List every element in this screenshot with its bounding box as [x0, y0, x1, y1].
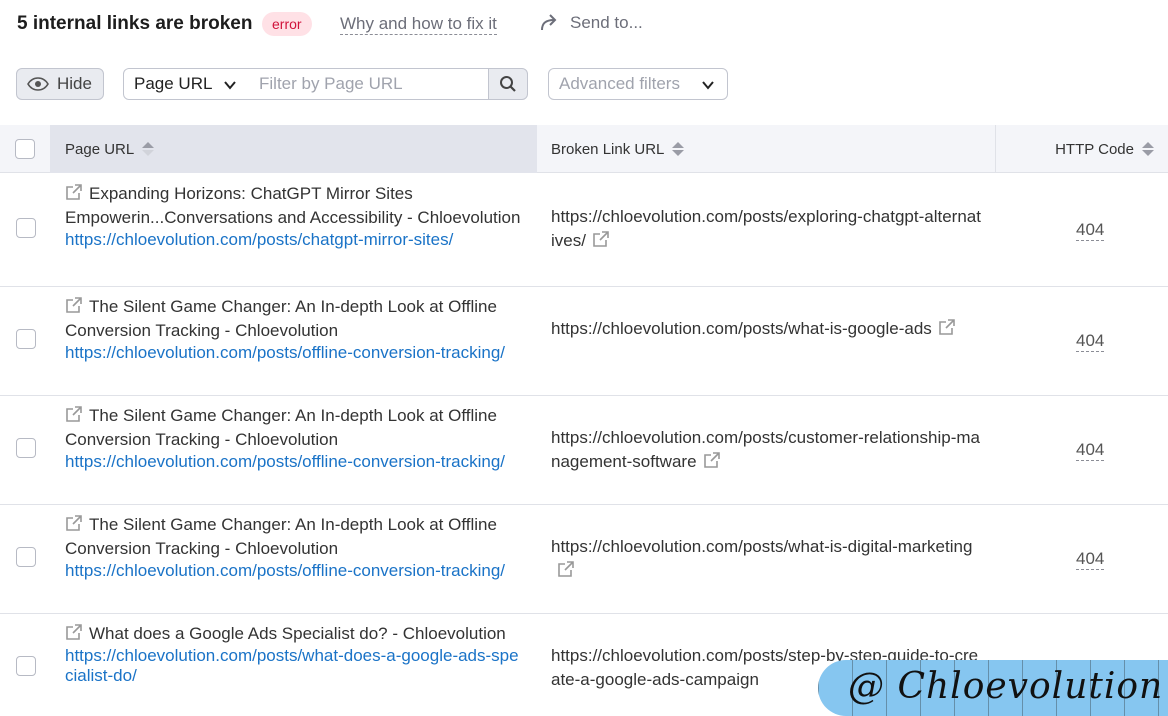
- table-header: Page URL Broken Link URL HTTP Code: [0, 125, 1168, 173]
- page-title-cell: The Silent Game Changer: An In-depth Loo…: [65, 296, 497, 340]
- page-cell: The Silent Game Changer: An In-depth Loo…: [65, 295, 527, 363]
- select-all-checkbox[interactable]: [15, 139, 35, 159]
- external-link-icon[interactable]: [65, 183, 83, 201]
- sort-icon[interactable]: [142, 142, 155, 156]
- row-checkbox[interactable]: [16, 438, 36, 458]
- column-header-label: Page URL: [65, 140, 135, 158]
- search-button[interactable]: [488, 68, 528, 100]
- watermark-text: @ Chloevolution: [848, 666, 1164, 707]
- page-cell: Expanding Horizons: ChatGPT Mirror Sites…: [65, 182, 527, 250]
- page-title-cell: What does a Google Ads Specialist do? - …: [65, 622, 527, 646]
- broken-link-cell: https://chloevolution.com/posts/customer…: [551, 426, 983, 474]
- external-link-icon[interactable]: [703, 451, 721, 469]
- filter-toolbar: Hide Page URL Advanced filters: [0, 66, 1168, 102]
- why-how-fix-link[interactable]: Why and how to fix it: [340, 14, 497, 35]
- table-row: The Silent Game Changer: An In-depth Loo…: [0, 396, 1168, 505]
- page-title-cell: The Silent Game Changer: An In-depth Loo…: [65, 405, 497, 449]
- table-row: The Silent Game Changer: An In-depth Loo…: [0, 287, 1168, 396]
- broken-link-url[interactable]: https://chloevolution.com/posts/explorin…: [551, 207, 981, 250]
- page-title-cell: The Silent Game Changer: An In-depth Loo…: [65, 514, 497, 558]
- report-header: 5 internal links are broken error Why an…: [0, 0, 1168, 50]
- row-checkbox[interactable]: [16, 656, 36, 676]
- page-cell: The Silent Game Changer: An In-depth Loo…: [65, 513, 527, 581]
- sort-icon[interactable]: [672, 142, 685, 156]
- page-url-link[interactable]: https://chloevolution.com/posts/chatgpt-…: [65, 230, 527, 250]
- column-header-broken-link-url[interactable]: Broken Link URL: [537, 125, 995, 173]
- broken-links-table: Page URL Broken Link URL HTTP Code Expan…: [0, 125, 1168, 689]
- column-header-label: Broken Link URL: [551, 140, 665, 158]
- eye-icon: [27, 77, 49, 91]
- row-checkbox[interactable]: [16, 218, 36, 238]
- broken-link-cell: https://chloevolution.com/posts/explorin…: [551, 205, 983, 253]
- external-link-icon[interactable]: [592, 230, 610, 248]
- search-icon: [500, 76, 516, 92]
- row-checkbox[interactable]: [16, 329, 36, 349]
- external-link-icon[interactable]: [65, 623, 83, 641]
- page-cell: What does a Google Ads Specialist do? - …: [65, 622, 527, 686]
- http-code[interactable]: 404: [1076, 440, 1105, 461]
- page-url-link[interactable]: https://chloevolution.com/posts/what-doe…: [65, 646, 527, 686]
- advanced-filters-label: Advanced filters: [559, 74, 680, 93]
- advanced-filters-dropdown[interactable]: Advanced filters: [548, 68, 728, 100]
- page-url-link[interactable]: https://chloevolution.com/posts/offline-…: [65, 452, 527, 472]
- page-cell: The Silent Game Changer: An In-depth Loo…: [65, 404, 527, 472]
- table-row: Expanding Horizons: ChatGPT Mirror Sites…: [0, 174, 1168, 287]
- broken-link-url[interactable]: https://chloevolution.com/posts/what-is-…: [551, 537, 972, 556]
- chevron-down-icon: [702, 81, 714, 90]
- broken-link-cell: https://chloevolution.com/posts/what-is-…: [551, 317, 983, 341]
- chevron-down-icon: [224, 81, 236, 90]
- share-arrow-icon: [541, 14, 557, 31]
- http-code[interactable]: 404: [1076, 331, 1105, 352]
- row-checkbox[interactable]: [16, 547, 36, 567]
- hide-label: Hide: [57, 74, 92, 93]
- external-link-icon[interactable]: [557, 560, 575, 578]
- http-code[interactable]: 404: [1076, 549, 1105, 570]
- sort-icon[interactable]: [1142, 142, 1154, 156]
- broken-link-url[interactable]: https://chloevolution.com/posts/what-is-…: [551, 319, 932, 338]
- external-link-icon[interactable]: [65, 405, 83, 423]
- broken-link-url[interactable]: https://chloevolution.com/posts/customer…: [551, 428, 980, 471]
- send-to-label: Send to...: [570, 13, 643, 32]
- page-url-link[interactable]: https://chloevolution.com/posts/offline-…: [65, 561, 527, 581]
- table-row: The Silent Game Changer: An In-depth Loo…: [0, 505, 1168, 614]
- filter-field-value: Page URL: [134, 74, 213, 93]
- broken-link-cell: https://chloevolution.com/posts/what-is-…: [551, 535, 983, 583]
- external-link-icon[interactable]: [938, 318, 956, 336]
- filter-field-select[interactable]: Page URL: [123, 68, 250, 100]
- page-title: 5 internal links are broken: [17, 13, 253, 34]
- external-link-icon[interactable]: [65, 296, 83, 314]
- column-header-page-url[interactable]: Page URL: [50, 125, 537, 173]
- page-url-link[interactable]: https://chloevolution.com/posts/offline-…: [65, 343, 527, 363]
- hide-button[interactable]: Hide: [16, 68, 104, 100]
- watermark-logo: @ Chloevolution: [818, 660, 1168, 716]
- send-to-button[interactable]: Send to...: [540, 13, 643, 33]
- external-link-icon[interactable]: [65, 514, 83, 532]
- column-header-label: HTTP Code: [1055, 140, 1134, 158]
- header-checkbox-cell: [0, 125, 50, 173]
- error-badge: error: [262, 12, 312, 36]
- filter-input[interactable]: [249, 68, 489, 100]
- page-title-cell: Expanding Horizons: ChatGPT Mirror Sites…: [65, 183, 521, 227]
- column-header-http-code[interactable]: HTTP Code: [995, 125, 1168, 173]
- http-code[interactable]: 404: [1076, 220, 1105, 241]
